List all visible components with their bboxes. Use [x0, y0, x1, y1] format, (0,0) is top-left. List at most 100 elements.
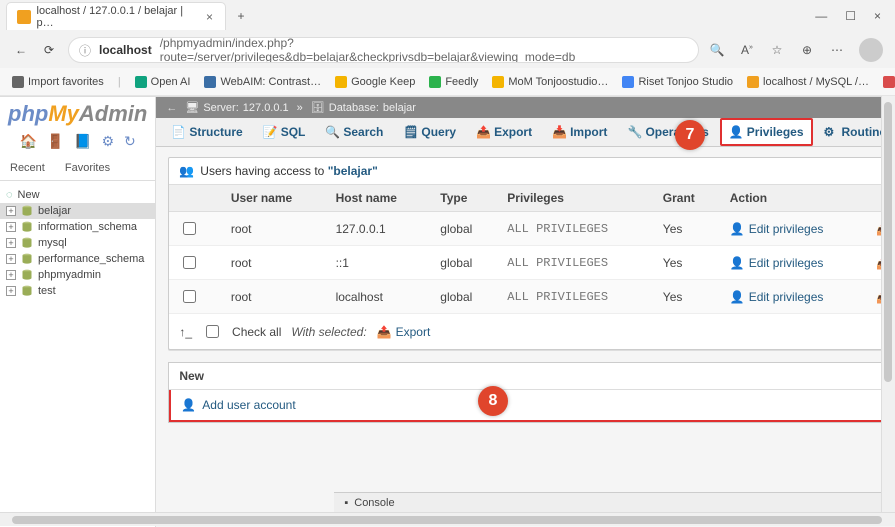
sidebar-tab-favorites[interactable]: Favorites: [55, 156, 120, 180]
horizontal-scrollbar[interactable]: [0, 512, 895, 526]
new-user-heading: New: [169, 363, 895, 390]
check-all-checkbox[interactable]: [206, 325, 219, 338]
bulk-export-link[interactable]: 📤Export: [377, 325, 431, 339]
db-item-belajar[interactable]: + belajar: [0, 203, 155, 219]
users-icon: 👥: [179, 164, 194, 178]
bookmark-item[interactable]: Feedly: [429, 76, 478, 88]
collections-icon[interactable]: ⊕: [799, 43, 815, 57]
console-bar[interactable]: ▪ Console: [334, 492, 895, 513]
check-all-label[interactable]: Check all: [232, 325, 281, 339]
tab-label: Import: [570, 125, 607, 139]
openai-icon: [135, 76, 147, 88]
address-bar[interactable]: ⓘ localhost/phpmyadmin/index.php?route=/…: [68, 37, 699, 63]
cell-priv: ALL PRIVILEGES: [497, 212, 653, 246]
tab-export[interactable]: 📤Export: [467, 118, 541, 146]
link-label: Export: [396, 325, 431, 339]
maximize-icon[interactable]: ☐: [845, 9, 856, 23]
heading-db-link[interactable]: "belajar": [328, 164, 378, 178]
col-hostname: Host name: [326, 185, 431, 212]
crumb-server[interactable]: 🖥 Server: 127.0.0.1: [185, 101, 288, 114]
favorite-star-icon[interactable]: ☆: [769, 43, 785, 57]
scrollbar-thumb[interactable]: [884, 102, 892, 382]
back-icon[interactable]: ←: [12, 43, 30, 57]
crumb-server-value[interactable]: 127.0.0.1: [243, 102, 289, 114]
row-checkbox[interactable]: [183, 222, 196, 235]
sidebar-tab-recent[interactable]: Recent: [0, 156, 55, 180]
expand-icon[interactable]: +: [6, 206, 16, 216]
refresh-icon[interactable]: ⟳: [40, 43, 58, 57]
phpmyadmin-app: phpMyAdmin 🏠 🚪 📘 ⚙ ↻ Recent Favorites ◌ …: [0, 97, 895, 527]
close-tab-icon[interactable]: ×: [204, 10, 215, 24]
breadcrumb: ← 🖥 Server: 127.0.0.1 » 🗄 Database: bela…: [156, 97, 895, 118]
read-aloud-icon[interactable]: A»: [739, 43, 755, 57]
menu-icon[interactable]: ⋯: [829, 43, 845, 57]
tab-privileges[interactable]: 👤Privileges: [720, 118, 813, 146]
close-window-icon[interactable]: ×: [874, 9, 881, 23]
tab-import[interactable]: 📥Import: [543, 118, 616, 146]
crumb-sep: »: [297, 102, 303, 114]
bookmark-item[interactable]: WebAIM: Contrast…: [204, 76, 321, 88]
structure-icon: 📄: [171, 125, 185, 139]
bookmark-item[interactable]: Open AI: [135, 76, 191, 88]
database-icon: [21, 205, 33, 217]
row-checkbox[interactable]: [183, 290, 196, 303]
separator-icon: |: [118, 76, 121, 88]
expand-icon[interactable]: +: [6, 222, 16, 232]
bookmark-label: Feedly: [445, 76, 478, 88]
bookmark-label: MoM Tonjoostudio…: [508, 76, 608, 88]
expand-icon[interactable]: +: [6, 238, 16, 248]
settings-icon[interactable]: ⚙: [102, 133, 115, 149]
collapse-icon[interactable]: ←: [166, 102, 177, 114]
bookmark-item[interactable]: localhost / MySQL /…: [747, 76, 869, 88]
minimize-icon[interactable]: —: [815, 9, 827, 23]
db-item-phpmyadmin[interactable]: + phpmyadmin: [0, 267, 155, 283]
docs-icon[interactable]: 📘: [74, 133, 91, 149]
cell-host: ::1: [326, 246, 431, 280]
expand-icon[interactable]: +: [6, 270, 16, 280]
privileges-table: User name Host name Type Privileges Gran…: [169, 185, 895, 314]
browser-tab[interactable]: localhost / 127.0.0.1 / belajar | p… ×: [6, 2, 226, 30]
edit-privileges-link[interactable]: 👤Edit privileges: [730, 222, 824, 236]
crumb-db-value[interactable]: belajar: [383, 102, 416, 114]
new-db-label: New: [18, 189, 40, 201]
edit-privileges-link[interactable]: 👤Edit privileges: [730, 290, 824, 304]
edit-privileges-link[interactable]: 👤Edit privileges: [730, 256, 824, 270]
vertical-scrollbar[interactable]: [881, 96, 895, 512]
col-check: [169, 185, 220, 212]
check-all-row: ↑_ Check all With selected: 📤Export: [169, 314, 895, 349]
home-icon[interactable]: 🏠: [20, 133, 37, 149]
row-checkbox[interactable]: [183, 256, 196, 269]
db-item-information-schema[interactable]: + information_schema: [0, 219, 155, 235]
add-user-account-link[interactable]: 👤 Add user account: [169, 390, 895, 422]
db-item-mysql[interactable]: + mysql: [0, 235, 155, 251]
tab-structure[interactable]: 📄Structure: [162, 118, 251, 146]
bookmark-item[interactable]: WP Admin: [883, 76, 895, 88]
bookmark-item[interactable]: Import favorites: [12, 76, 104, 88]
db-label: performance_schema: [38, 253, 144, 265]
crumb-database[interactable]: 🗄 Database: belajar: [311, 101, 416, 114]
search-icon[interactable]: 🔍: [709, 43, 725, 57]
expand-icon[interactable]: +: [6, 254, 16, 264]
reload-icon[interactable]: ↻: [124, 133, 136, 149]
tab-sql[interactable]: 📝SQL: [254, 118, 315, 146]
bookmark-item[interactable]: MoM Tonjoostudio…: [492, 76, 608, 88]
profile-avatar[interactable]: [859, 38, 883, 62]
database-icon: [21, 221, 33, 233]
col-privileges: Privileges: [497, 185, 653, 212]
new-database[interactable]: ◌ New: [0, 187, 155, 203]
scrollbar-thumb[interactable]: [12, 516, 882, 524]
db-item-performance-schema[interactable]: + performance_schema: [0, 251, 155, 267]
tab-search[interactable]: 🔍Search: [316, 118, 392, 146]
table-body: root 127.0.0.1 global ALL PRIVILEGES Yes…: [169, 212, 895, 314]
db-label: phpmyadmin: [38, 269, 101, 281]
db-item-test[interactable]: + test: [0, 283, 155, 299]
bookmark-item[interactable]: Google Keep: [335, 76, 415, 88]
cell-host: localhost: [326, 280, 431, 314]
expand-icon[interactable]: +: [6, 286, 16, 296]
bookmark-label: Google Keep: [351, 76, 415, 88]
logout-icon[interactable]: 🚪: [47, 133, 64, 149]
new-tab-button[interactable]: +: [230, 9, 252, 23]
bookmark-item[interactable]: Riset Tonjoo Studio: [622, 76, 733, 88]
tab-query[interactable]: 🗒Query: [394, 118, 465, 146]
phpmyadmin-favicon-icon: [17, 10, 31, 24]
